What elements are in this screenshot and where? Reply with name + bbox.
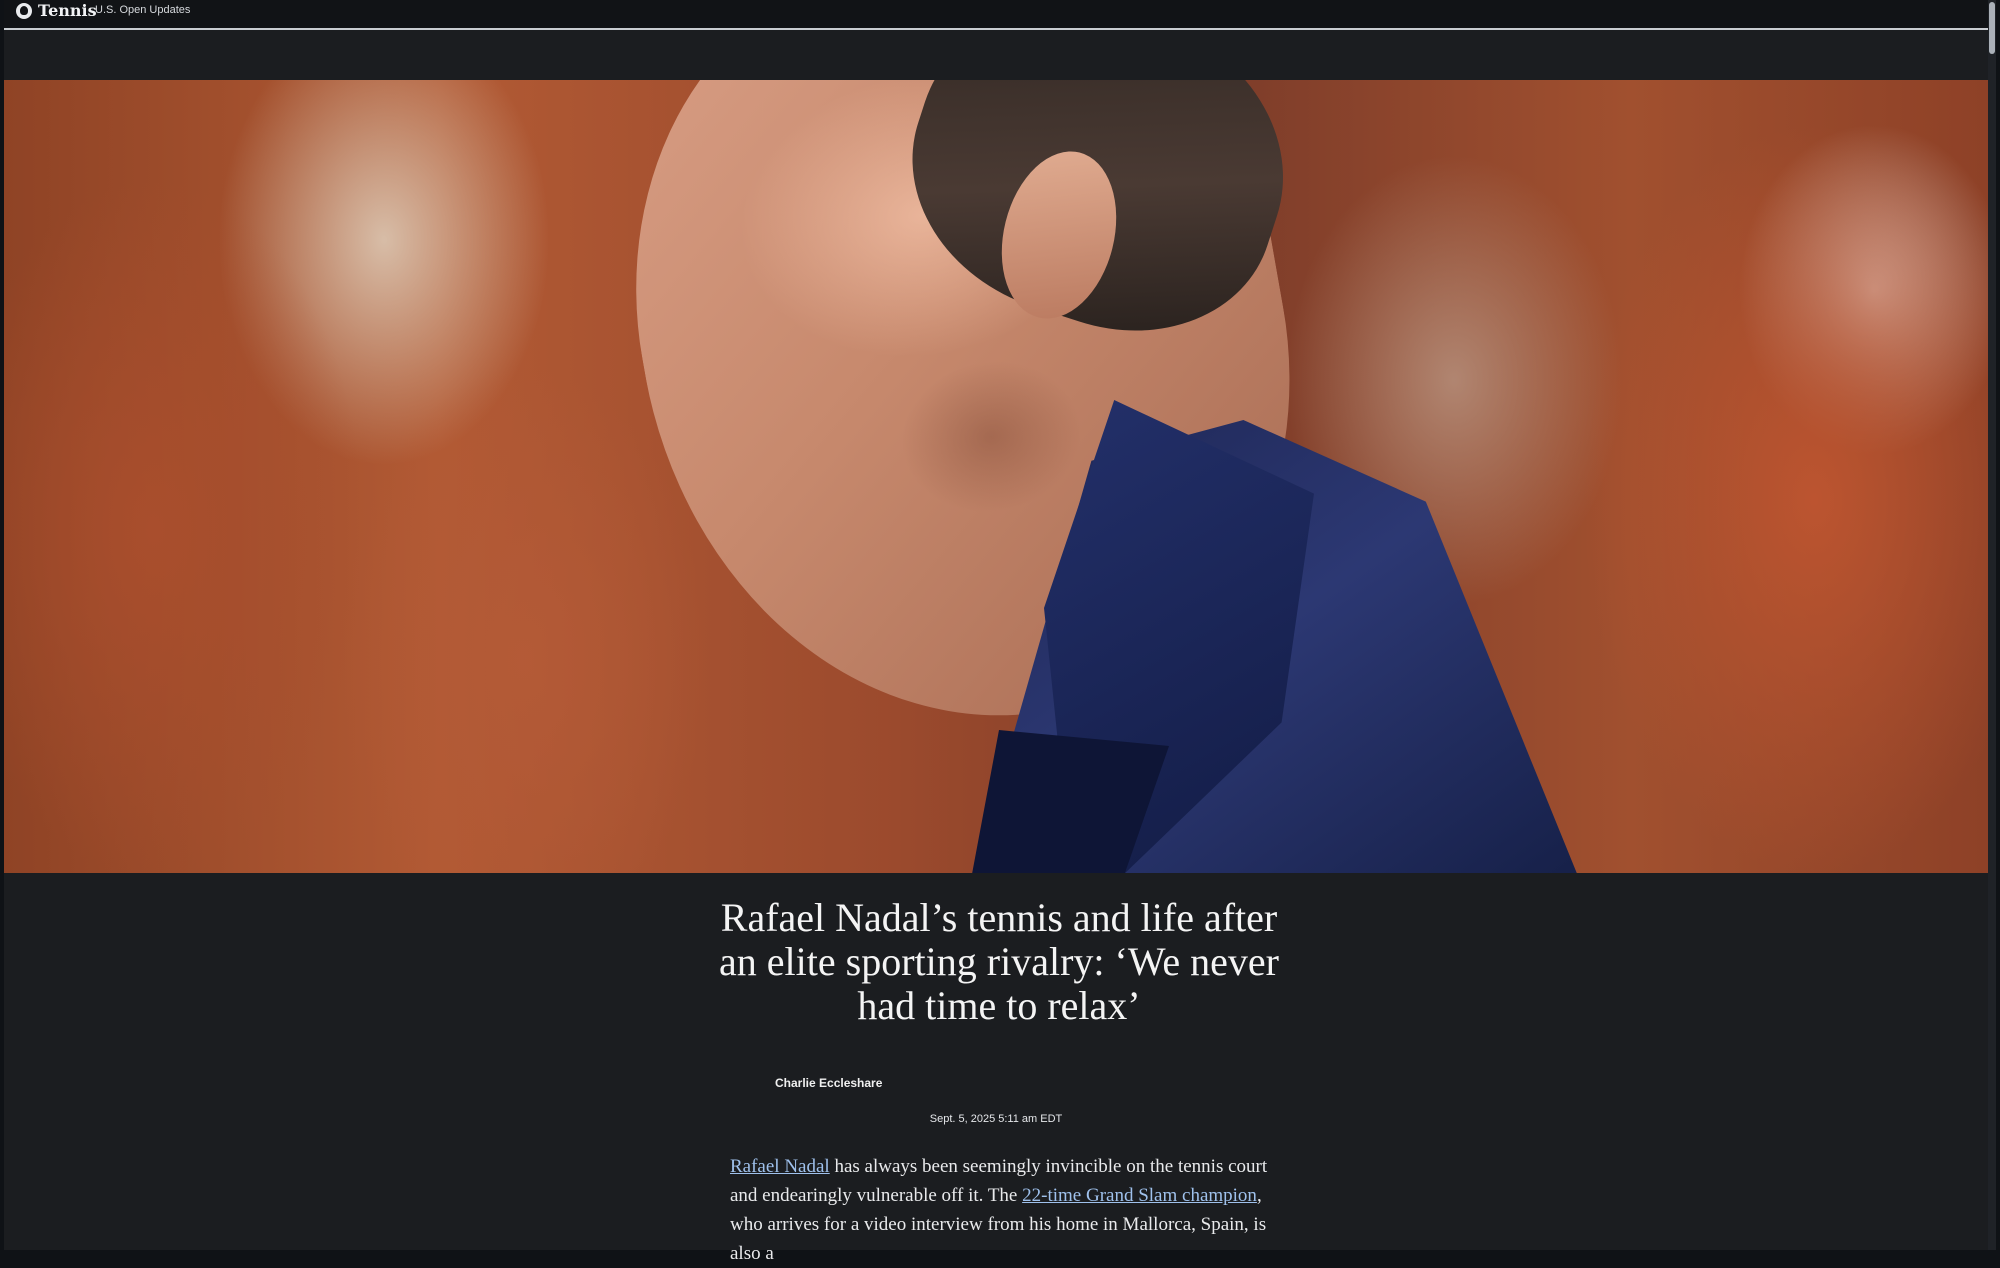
rafael-nadal-link[interactable]: Rafael Nadal <box>730 1156 830 1177</box>
grand-slam-champion-link[interactable]: 22-time Grand Slam champion <box>1022 1185 1257 1206</box>
publish-date: Sept. 5, 2025 5:11 am EDT <box>929 1113 1063 1125</box>
vertical-scrollbar[interactable] <box>1988 0 1996 1250</box>
scrollbar-thumb[interactable] <box>1989 2 1995 54</box>
article-headline: Rafael Nadal’s tennis and life after an … <box>719 895 1279 1028</box>
top-navigation-bar: Tennis U.S. Open Updates <box>4 0 1988 30</box>
section-title[interactable]: Tennis <box>38 1 97 21</box>
article-body-paragraph: Rafael Nadal has always been seemingly i… <box>730 1152 1270 1268</box>
author-byline[interactable]: Charlie Eccleshare <box>775 1075 882 1091</box>
the-athletic-logo-icon[interactable] <box>16 3 32 19</box>
hero-image <box>4 80 1988 873</box>
article-page: Tennis U.S. Open Updates Rafael Nadal’s … <box>4 0 1996 1264</box>
us-open-updates-link[interactable]: U.S. Open Updates <box>95 3 190 17</box>
